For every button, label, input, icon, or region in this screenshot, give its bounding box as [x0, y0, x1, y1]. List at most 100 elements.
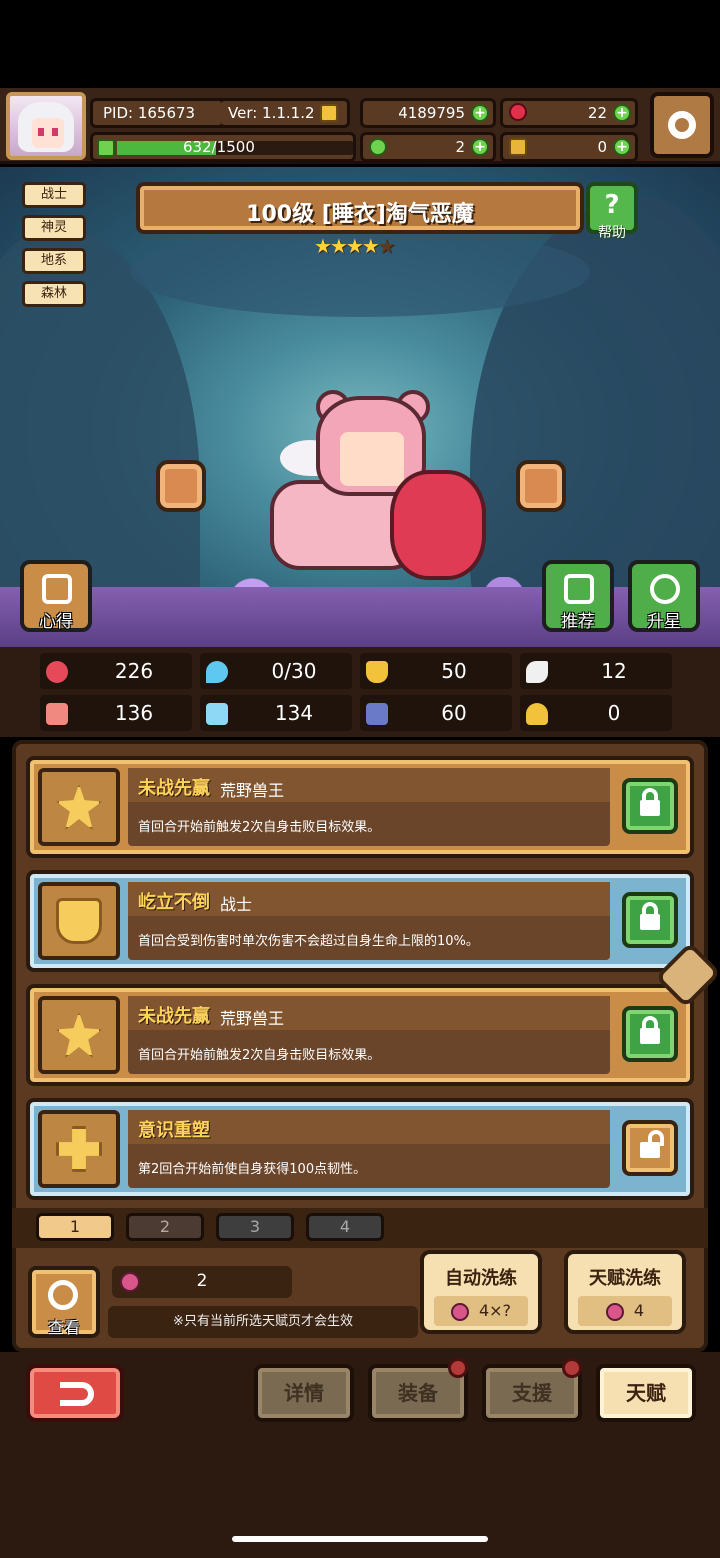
tag-terrain: 森林 — [22, 281, 86, 307]
footer-nav: 详情 装备 支援 天赋 — [0, 1352, 720, 1558]
next-hero-button[interactable] — [516, 460, 566, 512]
question-icon: ? — [604, 190, 620, 220]
star-up-icon — [650, 574, 680, 604]
recommend-button[interactable]: 推荐 — [542, 560, 614, 632]
talent-name-2: 屹立不倒 — [138, 892, 210, 913]
magnifier-icon — [48, 1280, 78, 1310]
stat-mana-value: 0/30 — [271, 659, 317, 683]
star-filled-icon: ★ — [345, 234, 364, 258]
stat-magic-value: 134 — [274, 701, 314, 725]
stat-luck-value: 0 — [607, 701, 621, 725]
stat-mana: 0/30 — [200, 653, 352, 689]
player-avatar[interactable] — [6, 92, 86, 160]
xp-text: 632/1500 — [183, 138, 255, 156]
stat-shield-value: 50 — [441, 659, 467, 683]
tab-details[interactable]: 详情 — [254, 1364, 354, 1422]
key-icon — [509, 138, 527, 156]
horseshoe-icon — [526, 703, 548, 725]
help-button[interactable]: ? 帮助 — [586, 182, 638, 241]
star-up-button[interactable]: 升星 — [628, 560, 700, 632]
thumbs-up-icon — [564, 574, 594, 604]
star-icon — [56, 1012, 102, 1058]
clover-value: 2 — [455, 138, 465, 156]
clover-icon — [97, 139, 115, 157]
hero-title: 100级 [睡衣]淘气恶魔 — [246, 202, 474, 227]
stat-defense-value: 60 — [441, 701, 467, 725]
chest-icon — [366, 703, 388, 725]
talent-name-4: 意识重塑 — [138, 1120, 210, 1141]
add-clover-icon[interactable]: + — [471, 138, 489, 156]
tag-class: 战士 — [22, 182, 86, 208]
add-gold-icon[interactable]: + — [471, 104, 489, 122]
back-arrow-icon — [60, 1382, 94, 1406]
stat-speed: 12 — [520, 653, 672, 689]
stats-panel: 226 0/30 50 12 136 134 60 0 — [0, 647, 720, 737]
talent-name-1: 未战先赢 — [138, 778, 210, 799]
cross-icon — [56, 1126, 102, 1172]
talent-tag-2: 战士 — [220, 895, 253, 914]
auto-wash-cost: 4×? — [478, 1301, 512, 1320]
key-pill: 0 + — [500, 132, 638, 162]
talent-icon-4 — [38, 1110, 120, 1188]
pid-text: PID: 165673 — [103, 104, 196, 122]
gear-icon — [668, 111, 696, 139]
stat-defense: 60 — [360, 695, 512, 731]
prev-hero-button[interactable] — [156, 460, 206, 512]
key-value: 0 — [597, 138, 607, 156]
stat-hp: 226 — [40, 653, 192, 689]
notes-icon — [42, 574, 72, 604]
tag-race: 神灵 — [22, 215, 86, 241]
lock-button-3[interactable] — [622, 1006, 678, 1062]
tab-talent[interactable]: 天赋 — [596, 1364, 696, 1422]
pid-pill: PID: 165673 — [90, 98, 232, 128]
talent-wash-label: 天赋洗练 — [589, 1268, 661, 1289]
wash-cost: 2 — [112, 1266, 292, 1298]
lucky-clover-icon — [369, 138, 387, 156]
star-empty-icon: ★ — [377, 234, 396, 258]
gold-pill: 4189795 + — [360, 98, 496, 128]
talent-card-4[interactable]: 意识重塑 第2回合开始前使自身获得100点韧性。 — [26, 1098, 694, 1200]
star-rating: ★★★★★ — [314, 234, 396, 258]
talent-icon-2 — [38, 882, 120, 960]
clover-pill: 2 + — [360, 132, 496, 162]
water-drop-icon — [206, 661, 228, 683]
unlock-button-4[interactable] — [622, 1120, 678, 1176]
hero-title-bar: 100级 [睡衣]淘气恶魔 — [136, 182, 584, 234]
talent-wash-cost: 4 — [633, 1301, 645, 1320]
talent-card-2[interactable]: 屹立不倒 战士 首回合受到伤害时单次伤害不会超过自身生命上限的10%。 — [26, 870, 694, 972]
star-up-label: 升星 — [647, 612, 681, 632]
shield-icon — [366, 661, 388, 683]
talent-tag-3: 荒野兽王 — [220, 1009, 285, 1028]
page-tab-2[interactable]: 2 — [126, 1213, 204, 1241]
page-tab-4[interactable]: 4 — [306, 1213, 384, 1241]
talent-wash-button[interactable]: 天赋洗练 4 — [564, 1250, 686, 1334]
stat-shield: 50 — [360, 653, 512, 689]
lock-button-2[interactable] — [622, 892, 678, 948]
view-button[interactable]: 查看 — [28, 1266, 100, 1338]
add-key-icon[interactable]: + — [613, 138, 631, 156]
help-label: 帮助 — [598, 225, 626, 241]
stat-hp-value: 226 — [114, 659, 154, 683]
notes-button[interactable]: 心得 — [20, 560, 92, 632]
stat-attack-value: 136 — [114, 701, 154, 725]
notes-label: 心得 — [39, 612, 73, 632]
page-tab-3[interactable]: 3 — [216, 1213, 294, 1241]
tag-element: 地系 — [22, 248, 86, 274]
star-filled-icon: ★ — [329, 234, 348, 258]
gem-pill: 22 + — [500, 98, 638, 128]
back-button[interactable] — [26, 1364, 124, 1422]
talent-card-3[interactable]: 未战先赢 荒野兽王 首回合开始前触发2次自身击败目标效果。 — [26, 984, 694, 1086]
talent-name-3: 未战先赢 — [138, 1006, 210, 1027]
hero-sprite[interactable] — [250, 390, 490, 600]
star-filled-icon: ★ — [361, 234, 380, 258]
home-indicator[interactable] — [232, 1536, 488, 1542]
add-gem-icon[interactable]: + — [613, 104, 631, 122]
settings-button[interactable] — [650, 92, 714, 158]
page-tab-1[interactable]: 1 — [36, 1213, 114, 1241]
support-notification-dot — [562, 1358, 582, 1378]
auto-wash-button[interactable]: 自动洗练 4×? — [420, 1250, 542, 1334]
talent-card-1[interactable]: 未战先赢 荒野兽王 首回合开始前触发2次自身击败目标效果。 — [26, 756, 694, 858]
xp-bar: 632/1500 — [90, 132, 356, 162]
lock-button-1[interactable] — [622, 778, 678, 834]
fist-icon — [46, 703, 68, 725]
